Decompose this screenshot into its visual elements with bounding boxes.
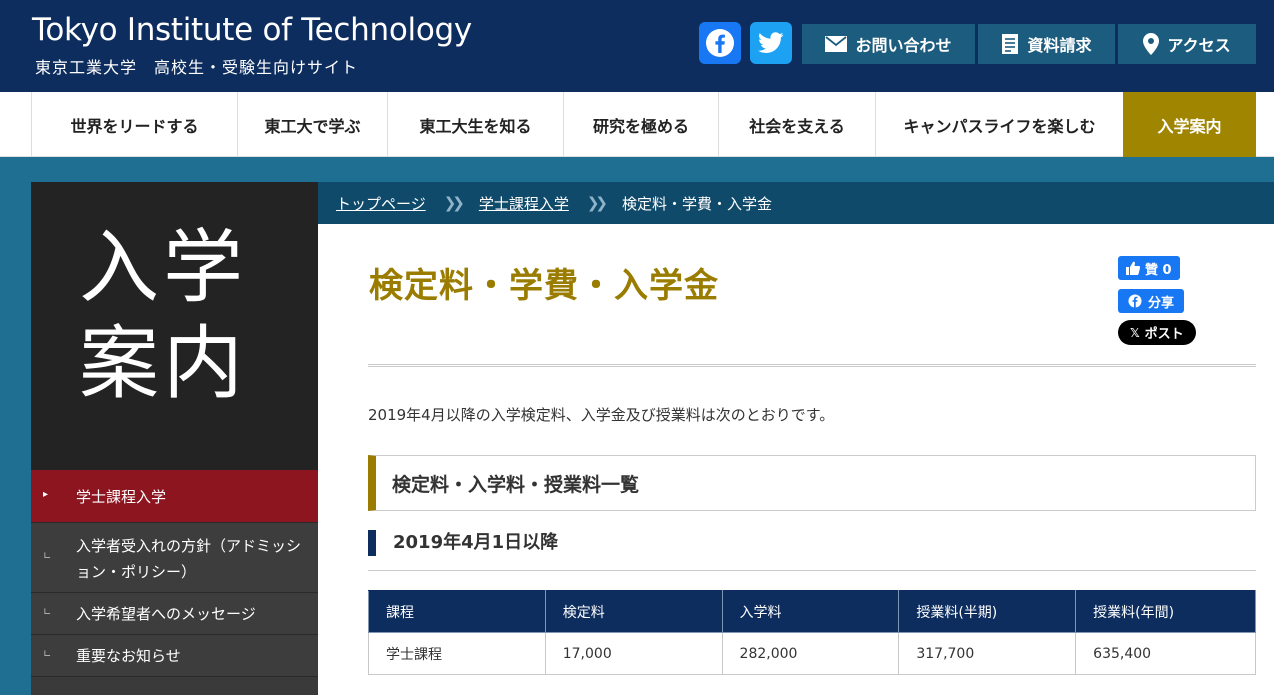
table-header-row: 課程 検定料 入学料 授業料(半期) 授業料(年間) [368,590,1256,633]
nav-item-society[interactable]: 社会を支える [718,92,875,157]
thumbs-up-icon [1126,261,1140,275]
breadcrumb-link-top[interactable]: トップページ [336,193,426,214]
sidebar-item-admission-policy[interactable]: ∟ 入学者受入れの方針（アドミッション・ポリシー） [31,523,318,593]
x-post-label: ポスト [1144,327,1184,342]
table-cell: 17,000 [544,632,723,675]
access-label: アクセス [1167,36,1231,55]
nav-item-learn[interactable]: 東工大で学ぶ [237,92,387,157]
breadcrumb-current: 検定料・学費・入学金 [622,194,773,213]
corner-bracket-icon: ∟ [43,649,52,660]
table-header: 検定料 [544,590,723,633]
site-logo-subtitle[interactable]: 東京工業大学 高校生・受験生向けサイト [35,54,358,78]
subsection-heading: 2019年4月1日以降 [368,529,1256,571]
corner-bracket-icon: ∟ [43,607,52,618]
table-header: 授業料(半期) [898,590,1077,633]
document-icon [1002,34,1019,54]
section-heading: 検定料・入学料・授業料一覧 [368,455,1256,511]
document-request-button[interactable]: 資料請求 [978,24,1115,64]
facebook-icon [706,29,734,57]
table-header: 課程 [368,590,546,633]
x-post-button[interactable]: 𝕏 ポスト [1118,320,1196,345]
table-cell: 282,000 [721,632,900,675]
twitter-icon [758,32,784,53]
global-nav: 世界をリードする 東工大で学ぶ 東工大生を知る 研究を極める 社会を支える キャ… [0,92,1274,157]
sidebar-hero: 入学案内 [31,182,318,470]
corner-bracket-icon: ∟ [43,551,52,562]
table-row: 学士課程 17,000 282,000 317,700 635,400 [368,632,1256,675]
mail-icon [825,36,848,52]
table-cell: 635,400 [1075,632,1256,675]
sidebar-item-label: 学士課程入学 [76,488,167,506]
table-header: 入学料 [721,590,900,633]
twitter-button[interactable] [750,22,792,64]
double-chevron-right-icon: ❯❯ [443,194,465,212]
double-chevron-right-icon: ❯❯ [586,194,608,212]
contact-button[interactable]: お問い合わせ [802,24,975,64]
table-cell: 317,700 [898,632,1077,675]
x-logo-icon: 𝕏 [1130,325,1140,340]
sidebar-item-undergraduate-admission[interactable]: ▸ 学士課程入学 [31,470,318,523]
sidebar-item-message[interactable]: ∟ 入学希望者へのメッセージ [31,593,318,635]
nav-item-lead-the-world[interactable]: 世界をリードする [31,92,237,157]
facebook-icon [1128,294,1142,308]
sidebar-item-label: 入学希望者へのメッセージ [76,605,256,623]
triangle-right-icon: ▸ [43,489,49,500]
facebook-like-label: 贊 0 [1145,262,1172,278]
nav-item-students[interactable]: 東工大生を知る [387,92,563,157]
sidebar-item-important-notices[interactable]: ∟ 重要なお知らせ [31,635,318,677]
sidebar-item-label: 入学者受入れの方針（アドミッション・ポリシー） [76,537,302,581]
intro-text: 2019年4月以降の入学検定料、入学金及び授業料は次のとおりです。 [368,406,835,424]
site-logo-title[interactable]: Tokyo Institute of Technology [32,12,472,48]
sidebar-hero-title: 入学案内 [79,221,247,410]
breadcrumb: トップページ ❯❯ 学士課程入学 ❯❯ 検定料・学費・入学金 [318,182,1274,224]
facebook-share-button[interactable]: 分享 [1118,289,1185,313]
site-header: Tokyo Institute of Technology 東京工業大学 高校生… [0,0,1274,92]
document-request-label: 資料請求 [1027,36,1092,55]
table-cell: 学士課程 [368,632,546,675]
nav-item-campus-life[interactable]: キャンパスライフを楽しむ [875,92,1123,157]
subsection-heading-text: 2019年4月1日以降 [393,532,559,553]
access-button[interactable]: アクセス [1118,24,1256,64]
facebook-like-button[interactable]: 贊 0 [1118,256,1180,280]
table-header: 授業料(年間) [1075,590,1256,633]
title-divider [368,364,1256,367]
heading-bar [368,530,376,556]
fee-table: 課程 検定料 入学料 授業料(半期) 授業料(年間) 学士課程 17,000 2… [368,590,1256,675]
map-pin-icon [1143,33,1160,55]
breadcrumb-link-undergraduate[interactable]: 学士課程入学 [479,193,569,214]
nav-item-research[interactable]: 研究を極める [563,92,718,157]
sidebar: 入学案内 ▸ 学士課程入学 ∟ 入学者受入れの方針（アドミッション・ポリシー） … [31,182,318,695]
facebook-button[interactable] [699,22,741,64]
facebook-share-label: 分享 [1148,295,1175,311]
page-title: 検定料・学費・入学金 [369,266,719,306]
contact-label: お問い合わせ [855,36,952,55]
sidebar-item-label: 重要なお知らせ [76,647,181,665]
nav-item-admissions[interactable]: 入学案内 [1123,92,1256,157]
main-content: 検定料・学費・入学金 贊 0 分享 𝕏 ポスト 2019年4月以降の入学検定料、… [318,224,1274,695]
